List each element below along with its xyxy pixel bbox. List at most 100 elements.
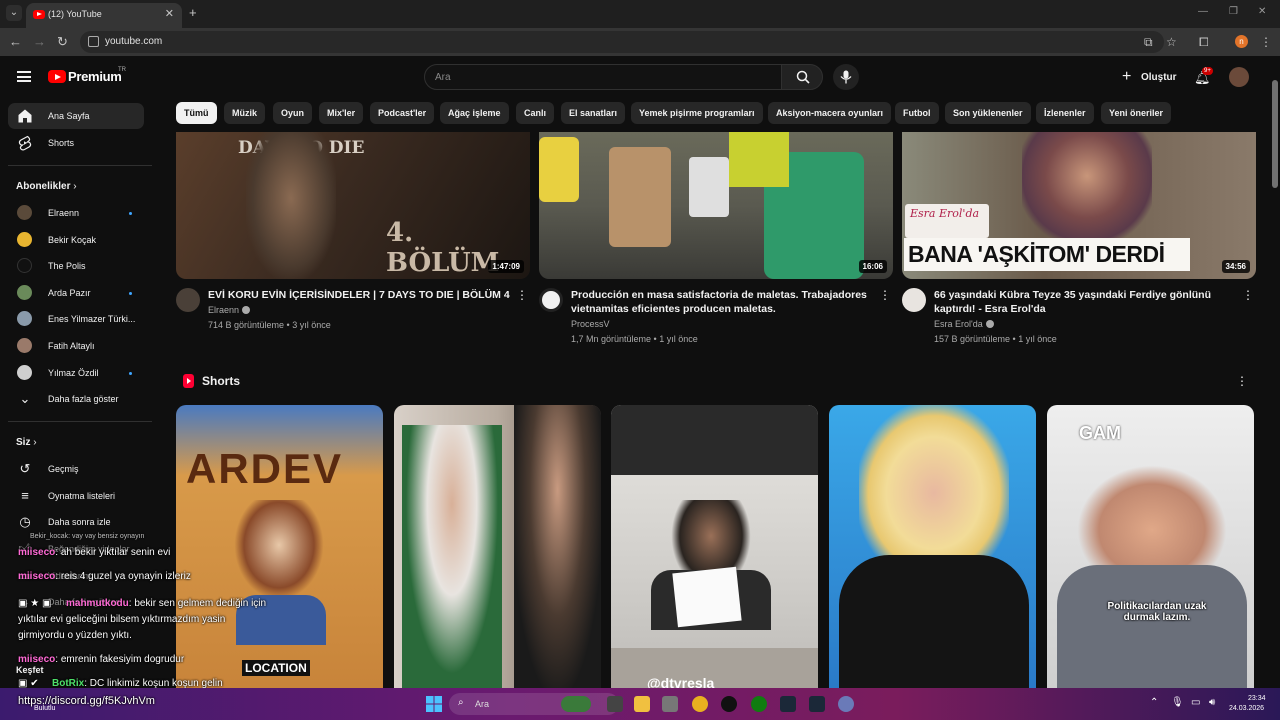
minimize-button[interactable]: — bbox=[1198, 6, 1208, 17]
chip[interactable]: Canlı bbox=[516, 102, 555, 124]
clock-time[interactable]: 23:34 bbox=[1248, 695, 1266, 702]
explore-heading[interactable]: Keşfet bbox=[16, 665, 44, 675]
video-thumbnail[interactable]: DAYS TO DIE 4. BÖLÜM 1:47:09 bbox=[176, 132, 530, 279]
tab-close-icon[interactable]: ✕ bbox=[165, 7, 174, 20]
chip[interactable]: Yeni öneriler bbox=[1101, 102, 1172, 124]
chip[interactable]: Mix'ler bbox=[319, 102, 364, 124]
address-bar[interactable]: youtube.com bbox=[80, 31, 1164, 53]
sidebar-item-home[interactable]: Ana Sayfa bbox=[8, 103, 144, 129]
account-avatar[interactable] bbox=[1229, 67, 1249, 87]
sidebar-item-history[interactable]: ↺ Geçmiş bbox=[8, 456, 144, 482]
short-card[interactable] bbox=[829, 405, 1036, 688]
task-view-icon[interactable] bbox=[607, 696, 623, 712]
channel-avatar[interactable] bbox=[176, 288, 200, 312]
file-explorer-icon[interactable] bbox=[634, 696, 650, 712]
chip[interactable]: Futbol bbox=[895, 102, 939, 124]
sidebar-item-playlists[interactable]: ≡ Oynatma listeleri bbox=[8, 483, 144, 509]
you-heading[interactable]: Siz › bbox=[16, 437, 37, 448]
url-text: youtube.com bbox=[105, 36, 163, 47]
short-card[interactable]: GAM Politikacılardan uzak durmak lazım. bbox=[1047, 405, 1254, 688]
thumbnail-suitcase bbox=[539, 137, 579, 202]
close-window-button[interactable]: ✕ bbox=[1258, 6, 1266, 17]
video-channel[interactable]: Esra Erol'da bbox=[934, 319, 994, 329]
more-options-icon[interactable]: ⋮ bbox=[879, 288, 891, 302]
create-button[interactable]: + Oluştur bbox=[1116, 64, 1177, 90]
video-thumbnail[interactable]: Esra Erol'da BANA 'AŞKİTOM' DERDİ 34:56 bbox=[902, 132, 1256, 279]
install-app-icon[interactable]: ⧉ bbox=[1144, 35, 1153, 50]
microphone-tray-icon[interactable]: 🎙︎ bbox=[1171, 697, 1184, 708]
subscriptions-heading[interactable]: Abonelikler › bbox=[16, 181, 77, 192]
bookmark-star-icon[interactable]: ☆ bbox=[1166, 35, 1177, 49]
app-icon[interactable] bbox=[662, 696, 678, 712]
chip[interactable]: Tümü bbox=[176, 102, 217, 124]
sidebar-item-subscription[interactable]: The Polis bbox=[8, 253, 144, 279]
chrome-icon[interactable] bbox=[692, 696, 708, 712]
sidebar-item-subscription[interactable]: Elraenn bbox=[8, 200, 144, 226]
chat-badges-icon: ▣ ★ ▣ bbox=[18, 598, 52, 609]
video-channel[interactable]: Elraenn bbox=[208, 305, 251, 315]
short-card[interactable]: @dtvresla bbox=[611, 405, 818, 688]
maximize-button[interactable]: ❐ bbox=[1229, 6, 1238, 17]
extensions-icon[interactable]: ⧠ bbox=[1199, 35, 1209, 50]
hamburger-menu-icon[interactable] bbox=[17, 71, 31, 82]
chip[interactable]: El sanatları bbox=[561, 102, 626, 124]
volume-icon[interactable]: 🔊︎ bbox=[1209, 697, 1215, 708]
new-tab-button[interactable]: + bbox=[189, 5, 197, 20]
short-card[interactable]: ARDEV LOCATION bbox=[176, 405, 383, 688]
sidebar-item-shorts[interactable]: Shorts bbox=[8, 130, 144, 156]
video-title[interactable]: Producción en masa satisfactoria de male… bbox=[571, 288, 877, 316]
clock-date[interactable]: 24.03.2026 bbox=[1229, 705, 1264, 712]
windows-start-icon[interactable] bbox=[426, 696, 442, 712]
app-icon[interactable] bbox=[721, 696, 737, 712]
tab-search-button[interactable]: ⌄ bbox=[6, 5, 22, 21]
shorts-more-options-icon[interactable]: ⋮ bbox=[1236, 374, 1248, 388]
video-meta: 1,7 Mn görüntüleme • 1 yıl önce bbox=[571, 334, 698, 344]
browser-tab[interactable]: (12) YouTube ✕ bbox=[26, 3, 182, 28]
youtube-logo-icon[interactable] bbox=[48, 70, 66, 83]
thumbnail-shelf bbox=[729, 132, 789, 187]
chip[interactable]: Aksiyon-macera oyunları bbox=[768, 102, 892, 124]
steam-icon[interactable] bbox=[780, 696, 796, 712]
short-card[interactable] bbox=[394, 405, 601, 688]
page-scrollbar[interactable] bbox=[1272, 80, 1278, 188]
chip[interactable]: Podcast'ler bbox=[370, 102, 435, 124]
settings-icon[interactable] bbox=[838, 696, 854, 712]
reload-button[interactable]: ↻ bbox=[57, 34, 68, 50]
video-title[interactable]: EVİ KORU EVİN İÇERİSİNDELER | 7 DAYS TO … bbox=[208, 288, 514, 302]
sidebar-item-subscription[interactable]: Arda Pazır bbox=[8, 280, 144, 306]
sidebar-item-subscription[interactable]: Enes Yilmazer Türki... bbox=[8, 306, 144, 332]
search-button[interactable] bbox=[781, 64, 823, 90]
site-info-icon[interactable] bbox=[88, 36, 99, 47]
more-options-icon[interactable]: ⋮ bbox=[516, 288, 528, 302]
chip[interactable]: Yemek pişirme programları bbox=[631, 102, 763, 124]
network-icon[interactable]: ▭ bbox=[1191, 697, 1200, 708]
video-channel[interactable]: ProcessV bbox=[571, 319, 610, 329]
search-input[interactable]: Ara bbox=[424, 64, 782, 90]
chip[interactable]: Oyun bbox=[273, 102, 313, 124]
sidebar-item-subscription[interactable]: Yılmaz Özdil bbox=[8, 360, 144, 386]
xbox-icon[interactable] bbox=[751, 696, 767, 712]
back-button[interactable]: ← bbox=[9, 34, 22, 49]
browser-profile-avatar[interactable]: n bbox=[1235, 35, 1248, 48]
more-options-icon[interactable]: ⋮ bbox=[1242, 288, 1254, 302]
tray-chevron-up-icon[interactable]: ⌃ bbox=[1150, 697, 1158, 708]
taskbar-search[interactable]: ⌕ Ara bbox=[449, 693, 619, 715]
forward-button[interactable]: → bbox=[33, 34, 46, 49]
sidebar-show-more[interactable]: ⌄ Daha fazla göster bbox=[8, 386, 144, 412]
sidebar-item-subscription[interactable]: Bekir Koçak bbox=[8, 227, 144, 253]
logo-text[interactable]: Premium bbox=[68, 69, 122, 84]
sidebar-item-watch-later[interactable]: ◷ Daha sonra izle bbox=[8, 509, 144, 535]
channel-avatar[interactable] bbox=[539, 288, 563, 312]
sidebar-item-subscription[interactable]: Fatih Altaylı bbox=[8, 333, 144, 359]
chip[interactable]: Son yüklenenler bbox=[945, 102, 1031, 124]
channel-avatar[interactable] bbox=[902, 288, 926, 312]
chip[interactable]: İzlenenler bbox=[1036, 102, 1094, 124]
steam-icon[interactable] bbox=[809, 696, 825, 712]
channel-name: ProcessV bbox=[571, 319, 610, 329]
video-thumbnail[interactable]: 16:06 bbox=[539, 132, 893, 279]
voice-search-button[interactable] bbox=[833, 64, 859, 90]
chip[interactable]: Ağaç işleme bbox=[440, 102, 509, 124]
chip[interactable]: Müzik bbox=[224, 102, 266, 124]
video-title[interactable]: 66 yaşındaki Kübra Teyze 35 yaşındaki Fe… bbox=[934, 288, 1240, 316]
browser-menu-icon[interactable]: ⋮ bbox=[1260, 35, 1272, 49]
